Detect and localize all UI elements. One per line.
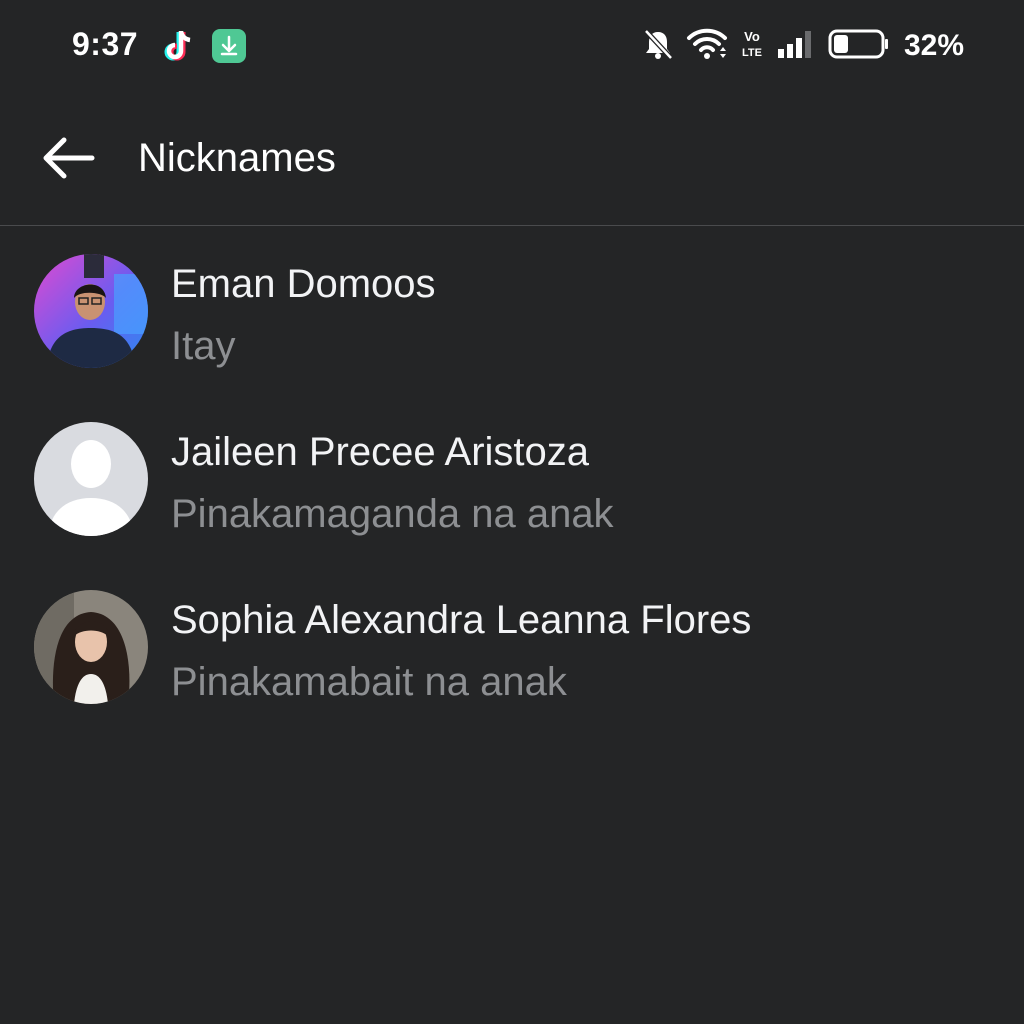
signal-icon xyxy=(776,29,816,64)
status-bar: 9:37 Vo LTE 32% xyxy=(0,0,1024,92)
battery-percent: 32% xyxy=(903,29,964,62)
nickname-list: Eman Domoos Itay Jaileen Precee Aristoza… xyxy=(0,226,1024,730)
svg-text:LTE: LTE xyxy=(742,47,762,59)
status-icons: Vo LTE 32% xyxy=(642,26,964,66)
wifi-icon xyxy=(686,27,728,66)
contact-nickname: Pinakamaganda na anak xyxy=(171,492,614,536)
list-item[interactable]: Sophia Alexandra Leanna Flores Pinakamab… xyxy=(0,562,1024,730)
volte-icon: Vo LTE xyxy=(740,27,764,66)
page-title: Nicknames xyxy=(138,136,336,180)
contact-name: Eman Domoos xyxy=(171,262,436,306)
list-item[interactable]: Jaileen Precee Aristoza Pinakamaganda na… xyxy=(0,394,1024,562)
contact-nickname: Pinakamabait na anak xyxy=(171,660,567,704)
list-item[interactable]: Eman Domoos Itay xyxy=(0,226,1024,394)
contact-name: Jaileen Precee Aristoza xyxy=(171,430,590,474)
svg-text:Vo: Vo xyxy=(744,29,760,44)
avatar xyxy=(34,590,148,704)
avatar xyxy=(34,422,148,536)
battery-icon xyxy=(828,28,890,65)
nicknames-screen: 9:37 Vo LTE 32% Nicknames Eman Domoos It… xyxy=(0,0,1024,1024)
app-bar: Nicknames xyxy=(0,92,1024,226)
bell-off-icon xyxy=(642,27,674,66)
back-button[interactable] xyxy=(28,128,108,192)
tiktok-icon xyxy=(162,28,196,64)
contact-name: Sophia Alexandra Leanna Flores xyxy=(171,598,752,642)
download-icon xyxy=(212,29,246,63)
avatar xyxy=(34,254,148,368)
status-time: 9:37 xyxy=(72,26,139,62)
contact-nickname: Itay xyxy=(171,324,236,368)
arrow-left-icon xyxy=(40,136,96,185)
